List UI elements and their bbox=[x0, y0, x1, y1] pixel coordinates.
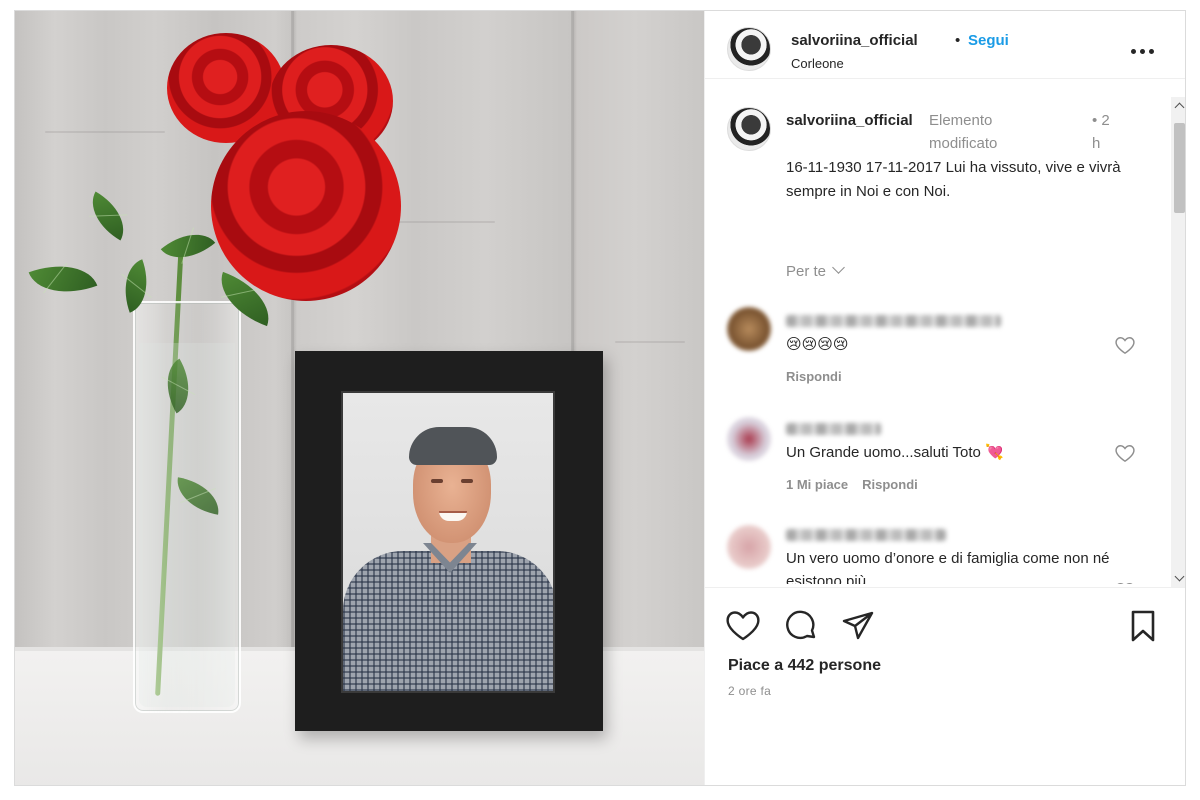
glass-vase bbox=[133, 301, 241, 713]
chevron-down-icon bbox=[832, 261, 845, 274]
post-side-panel: salvoriina_official • Segui Corleone sal… bbox=[704, 11, 1185, 785]
hair bbox=[409, 427, 497, 465]
leaf bbox=[160, 219, 216, 273]
heart-icon[interactable] bbox=[1114, 443, 1136, 463]
heart-icon[interactable] bbox=[1114, 335, 1136, 355]
instagram-post-window: salvoriina_official • Segui Corleone sal… bbox=[14, 10, 1186, 786]
follow-button[interactable]: Segui bbox=[968, 32, 1009, 49]
scroll-down-icon[interactable] bbox=[1171, 570, 1185, 587]
comment-text: Un vero uomo d’onore e di famiglia come … bbox=[786, 550, 1110, 584]
more-horizontal-icon[interactable] bbox=[1131, 49, 1155, 55]
comments-list[interactable]: salvoriina_official Elemento modificato … bbox=[705, 79, 1185, 584]
scrollbar-thumb[interactable] bbox=[1174, 123, 1185, 213]
wood-grain bbox=[45, 131, 165, 133]
blurred-avatar[interactable] bbox=[727, 307, 771, 351]
separator-dot: • bbox=[955, 32, 961, 49]
caption-text: 16-11-1930 17-11-2017 Lui ha vissuto, vi… bbox=[786, 159, 1121, 200]
blurred-avatar[interactable] bbox=[727, 417, 771, 461]
portrait bbox=[341, 391, 555, 693]
caption-avatar[interactable] bbox=[727, 107, 771, 151]
heart-icon[interactable] bbox=[1114, 581, 1136, 584]
like-count[interactable]: 1 Mi piace bbox=[786, 477, 848, 492]
comment-text: Un Grande uomo...saluti Toto 💘 bbox=[786, 444, 1004, 461]
bookmark-icon[interactable] bbox=[1125, 608, 1161, 644]
comment-meta: Rispondi bbox=[786, 369, 856, 384]
heart-icon[interactable] bbox=[725, 608, 761, 644]
blurred-avatar[interactable] bbox=[727, 525, 771, 569]
post-actions: Piace a 442 persone 2 ore fa bbox=[705, 587, 1185, 785]
edited-label: Elemento modificato bbox=[929, 112, 998, 152]
caption-time: • 2 h bbox=[1092, 112, 1110, 152]
translate-label: Per te bbox=[786, 263, 827, 280]
location-link[interactable]: Corleone bbox=[791, 56, 844, 71]
comments-scrollbar[interactable] bbox=[1171, 97, 1185, 587]
comment-icon[interactable] bbox=[783, 608, 819, 644]
blurred-username[interactable] bbox=[786, 529, 946, 541]
blurred-username[interactable] bbox=[786, 315, 1001, 327]
leaf bbox=[80, 191, 136, 241]
comment-meta: 1 Mi piace Rispondi bbox=[786, 477, 932, 492]
blurred-username[interactable] bbox=[786, 423, 881, 435]
share-icon[interactable] bbox=[840, 608, 876, 644]
profile-avatar[interactable] bbox=[727, 27, 771, 71]
reply-button[interactable]: Rispondi bbox=[862, 477, 918, 492]
checked-shirt bbox=[343, 551, 553, 691]
red-rose bbox=[211, 111, 401, 301]
translate-toggle[interactable]: Per te bbox=[786, 261, 845, 280]
reply-button[interactable]: Rispondi bbox=[786, 369, 842, 384]
post-timestamp: 2 ore fa bbox=[728, 684, 772, 698]
comment-text: 😢😢😢😢 bbox=[786, 336, 849, 353]
photo-frame bbox=[295, 351, 603, 731]
scroll-up-icon[interactable] bbox=[1171, 97, 1185, 114]
leaf bbox=[28, 251, 98, 307]
post-photo[interactable] bbox=[15, 11, 704, 785]
wood-grain bbox=[615, 341, 685, 343]
header-username[interactable]: salvoriina_official bbox=[791, 32, 918, 49]
likes-count[interactable]: Piace a 442 persone bbox=[728, 657, 881, 675]
post-header: salvoriina_official • Segui Corleone bbox=[705, 11, 1185, 79]
caption-username[interactable]: salvoriina_official bbox=[786, 109, 926, 132]
